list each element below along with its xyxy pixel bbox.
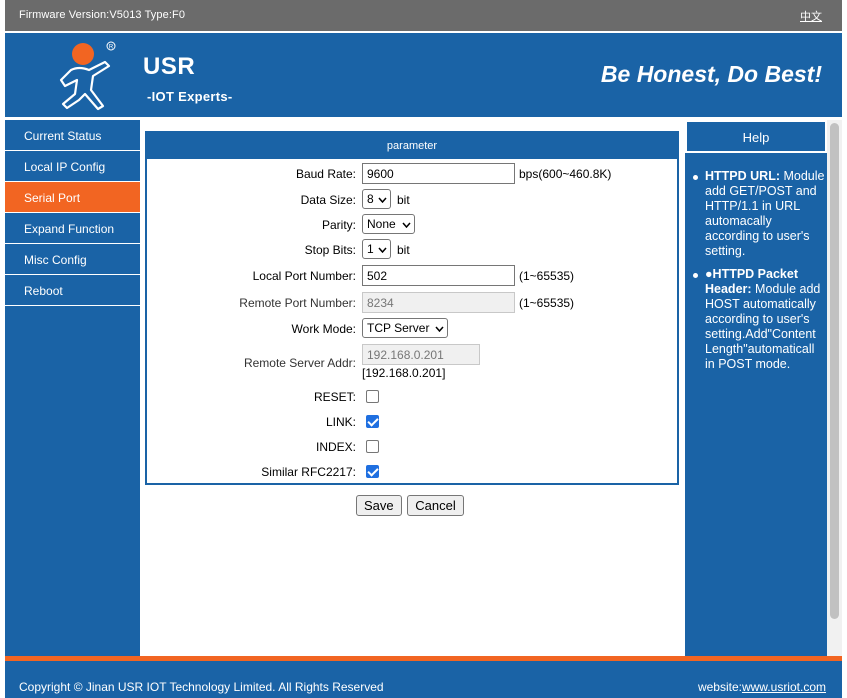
usr-logo-icon: R [59,41,116,111]
parity-select[interactable]: None [362,214,415,234]
nav-item-current-status[interactable]: Current Status [5,120,140,151]
rfc2217-label: Similar RFC2217: [261,465,356,479]
sidebar-nav: Current Status Local IP Config Serial Po… [5,120,140,656]
nav-item-expand-function[interactable]: Expand Function [5,213,140,244]
nav-item-serial-port[interactable]: Serial Port [5,182,140,213]
index-label: INDEX: [315,440,356,454]
baud-rate-label: Baud Rate: [295,167,356,181]
work-mode-select[interactable]: TCP Server [362,318,449,338]
stop-bits-unit: bit [397,243,410,257]
baud-rate-row: Baud Rate: bps(600~460.8K) [147,163,677,185]
panel-title: parameter [147,133,677,159]
local-port-input[interactable] [362,265,515,286]
chevron-down-icon [435,326,445,333]
parity-value: None [367,217,396,231]
slogan: Be Honest, Do Best! [600,61,822,87]
header-banner: R USR -IOT Experts- Be Honest, Do Best! [5,31,842,119]
scrollbar[interactable] [827,120,842,656]
reset-checkbox[interactable] [366,390,379,403]
remote-server-label: Remote Server Addr: [243,356,356,370]
data-size-unit: bit [397,193,410,207]
reset-row: RESET: [147,386,677,408]
work-mode-row: Work Mode: TCP Server [147,318,677,340]
parity-label: Parity: [321,218,356,232]
rfc2217-row: Similar RFC2217: [147,461,677,483]
save-button[interactable]: Save [356,495,402,516]
form-buttons: Save Cancel [356,495,466,516]
bullet-icon [693,273,698,278]
brand-subtitle: -IOT Experts- [147,89,233,104]
index-row: INDEX: [147,436,677,458]
parameter-panel: parameter Baud Rate: bps(600~460.8K) Dat… [145,131,679,485]
website-link[interactable]: www.usriot.com [742,680,826,694]
help-title: Help [685,120,827,153]
website-info: website:www.usriot.com [698,680,826,694]
help-item: HTTPD URL: Module add GET/POST and HTTP/… [689,169,827,259]
data-size-value: 8 [367,192,374,206]
help-item: ●HTTPD Packet Header: Module add HOST au… [689,267,827,372]
local-port-row: Local Port Number: (1~65535) [147,265,677,287]
stop-bits-value: 1 [367,242,374,256]
svg-text:R: R [109,45,114,51]
link-label: LINK: [325,415,356,429]
baud-rate-unit: bps(600~460.8K) [519,167,612,181]
footer: Copyright © Jinan USR IOT Technology Lim… [5,656,842,698]
copyright-text: Copyright © Jinan USR IOT Technology Lim… [19,680,384,694]
nav-item-local-ip-config[interactable]: Local IP Config [5,151,140,182]
brand-name: USR [143,53,196,80]
chevron-down-icon [378,247,387,254]
bullet-icon [693,175,698,180]
main-content: parameter Baud Rate: bps(600~460.8K) Dat… [140,120,685,656]
help-item-heading: HTTPD URL: [705,169,780,183]
local-port-unit: (1~65535) [519,269,575,283]
chevron-down-icon [378,197,387,204]
stop-bits-label: Stop Bits: [304,243,356,257]
link-checkbox[interactable] [366,415,379,428]
help-panel: Help HTTPD URL: Module add GET/POST and … [685,120,827,656]
parity-row: Parity: None [147,214,677,236]
reset-label: RESET: [313,390,356,404]
remote-server-input [362,344,480,365]
nav-item-misc-config[interactable]: Misc Config [5,244,140,275]
remote-port-input [362,292,515,313]
stop-bits-select[interactable]: 1 [362,239,391,259]
nav-item-reboot[interactable]: Reboot [5,275,140,306]
website-label: website: [697,680,742,694]
remote-port-unit: (1~65535) [519,296,575,310]
rfc2217-checkbox[interactable] [366,465,379,478]
index-checkbox[interactable] [366,440,379,453]
remote-port-label: Remote Port Number: [239,296,356,310]
top-bar: Firmware Version:V5013 Type:F0 中文 [5,0,842,31]
local-port-label: Local Port Number: [252,269,356,283]
link-row: LINK: [147,411,677,433]
remote-server-row: Remote Server Addr: [192.168.0.201] [147,344,677,384]
work-mode-value: TCP Server [367,321,430,335]
data-size-label: Data Size: [300,193,356,207]
baud-rate-input[interactable] [362,163,515,184]
remote-port-row: Remote Port Number: (1~65535) [147,292,677,314]
data-size-select[interactable]: 8 [362,189,391,209]
work-mode-label: Work Mode: [291,322,356,336]
firmware-version: Firmware Version:V5013 Type:F0 [19,9,186,21]
data-size-row: Data Size: 8 bit [147,189,677,211]
cancel-button[interactable]: Cancel [407,495,464,516]
help-body: HTTPD URL: Module add GET/POST and HTTP/… [685,153,827,372]
chevron-down-icon [402,222,411,229]
scrollbar-thumb[interactable] [830,123,839,619]
stop-bits-row: Stop Bits: 1 bit [147,239,677,261]
remote-server-hint: [192.168.0.201] [362,366,446,380]
language-link[interactable]: 中文 [800,8,822,24]
